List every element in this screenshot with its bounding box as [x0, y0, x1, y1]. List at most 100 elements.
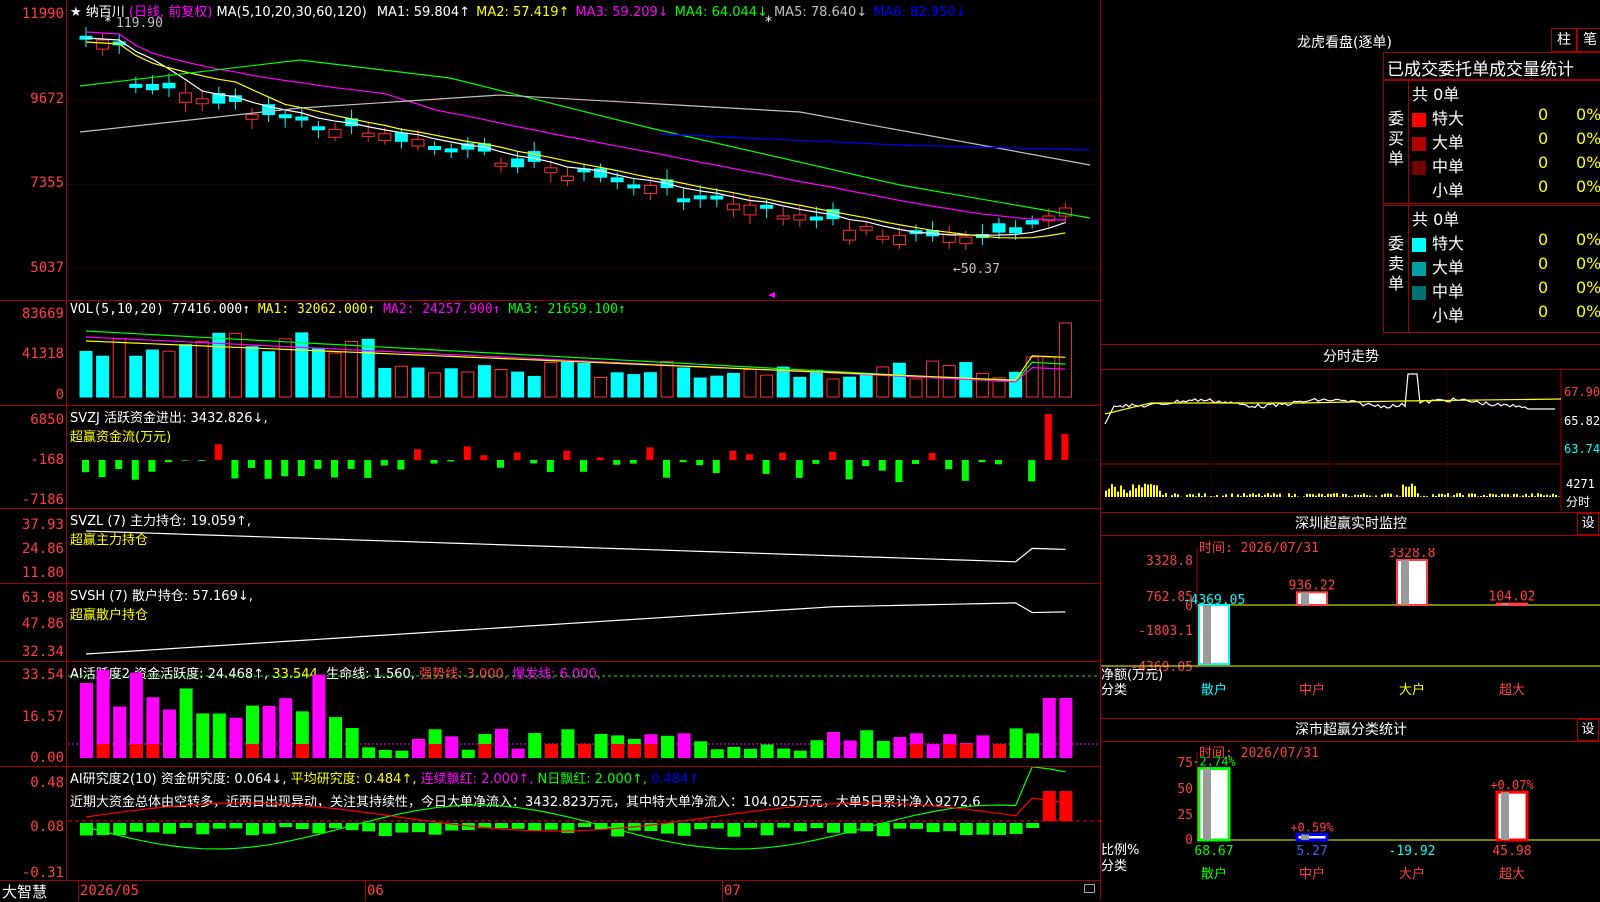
monitor-chart[interactable]: 3328.8762.850-1803.1-4369.05-4369.05936.…	[1101, 548, 1600, 716]
ytick: 50	[1177, 782, 1193, 797]
category-label: 大户	[1399, 866, 1425, 882]
volume-bar	[794, 377, 806, 397]
intraday-vol-bar	[1381, 495, 1383, 497]
activity-bar	[445, 736, 458, 758]
volume-bar	[429, 373, 441, 397]
intraday-vol-bar	[1504, 494, 1506, 497]
research-bar	[246, 823, 259, 835]
intraday-vol-bar	[1129, 490, 1131, 497]
price-line	[1105, 374, 1555, 424]
activity-base	[910, 744, 923, 758]
date-tick: 07	[724, 883, 741, 899]
intraday-vol-bar	[1273, 493, 1275, 497]
volume-chart[interactable]	[0, 301, 1101, 406]
volume-bar	[495, 370, 507, 397]
research-bar	[1059, 791, 1072, 821]
kline-panel[interactable]: ★ 纳百川 (日线, 前复权) MA(5,10,20,30,60,120) MA…	[0, 0, 1101, 301]
intraday-chart[interactable]: 67.90 65.82 63.74 4271 分时	[1101, 369, 1600, 510]
volume-bar	[1059, 323, 1071, 397]
intraday-vol-bar	[1291, 496, 1293, 497]
intraday-vol-bar	[1303, 496, 1305, 497]
intraday-vol-bar	[1513, 494, 1515, 497]
activity-base	[578, 744, 591, 758]
flow-bar	[1045, 414, 1052, 460]
value-label: 45.98	[1492, 844, 1531, 859]
order-type: 小单	[1432, 181, 1464, 200]
intraday-vol-bar	[1141, 487, 1143, 497]
research-bar	[976, 823, 989, 835]
flow-bar	[729, 451, 736, 460]
svsh-panel[interactable]: SVSH (7) 散户持仓: 57.169↓, 超赢散户持仓 63.98 47.…	[0, 583, 1101, 662]
intraday-svg[interactable]	[1101, 369, 1600, 510]
order-row: 中单00%	[1412, 153, 1600, 175]
order-pct: 0%	[1576, 254, 1600, 273]
intraday-vol-bar	[1123, 490, 1125, 497]
candle	[196, 99, 208, 104]
research-bar	[893, 823, 906, 829]
flow-bar	[696, 460, 703, 465]
classify-settings-button[interactable]: 设	[1577, 719, 1599, 741]
tick-view-button[interactable]: 笔	[1577, 28, 1600, 52]
volume-panel[interactable]: VOL(5,10,20) 77416.000↑ MA1: 32062.000↑ …	[0, 300, 1101, 406]
research-bar	[877, 823, 890, 836]
volume-bar	[229, 333, 241, 397]
activity-bar	[1043, 698, 1056, 758]
candle	[379, 134, 391, 141]
research-bar	[910, 823, 923, 829]
intraday-vol-bar	[1435, 496, 1437, 497]
intraday-vol-bar	[1459, 493, 1461, 497]
intraday-vol-bar	[1330, 494, 1332, 497]
monitor-settings-button[interactable]: 设	[1577, 513, 1599, 535]
research-bar	[810, 823, 823, 828]
svzl-panel[interactable]: SVZL (7) 主力持仓: 19.059↑, 超赢主力持仓 37.93 24.…	[0, 508, 1101, 584]
activity-chart[interactable]	[0, 662, 1101, 767]
order-count: 0	[1538, 153, 1548, 172]
lock-icon[interactable]	[1084, 884, 1095, 893]
intraday-vol-bar	[1537, 493, 1539, 497]
activity-bar	[412, 739, 425, 758]
flow-bar	[929, 453, 936, 460]
fund-flow-chart[interactable]	[0, 406, 1101, 509]
main-holding-chart[interactable]	[0, 509, 1101, 584]
intraday-vol-bar	[1477, 496, 1479, 497]
intraday-vol-bar	[1468, 494, 1470, 497]
intraday-vol-bar	[1369, 496, 1371, 497]
classify-header: 深市超赢分类统计 设	[1101, 718, 1600, 742]
activity-bar	[180, 688, 193, 758]
candle	[611, 178, 623, 182]
ytick: 75	[1177, 756, 1193, 771]
buy-orders-box: 委买单 共 0单 特大00%大单00%中单00%小单00%	[1383, 80, 1600, 204]
classify-chart[interactable]: 7550250-2.74%68.67+0.59%5.27-19.92+0.07%…	[1101, 752, 1600, 900]
candlestick-chart[interactable]: * 119.90 ←50.37 *	[0, 0, 1101, 301]
ai-active-panel[interactable]: AI活跃度2 资金活跃度: 24.468↑, 33.544, 生命线: 1.56…	[0, 661, 1101, 767]
candle	[412, 139, 424, 146]
color-swatch	[1412, 137, 1426, 151]
research-bar	[296, 823, 309, 829]
order-stats-tab[interactable]: 已成交委托单成交量统计	[1383, 52, 1600, 80]
candle	[512, 159, 524, 167]
ai-research-panel[interactable]: AI研究度2(10) 资金研究度: 0.064↓, 平均研究度: 0.484↑,…	[0, 766, 1101, 881]
candle	[561, 176, 573, 180]
intraday-vol-bar	[1138, 485, 1140, 497]
intraday-price-high: 67.90	[1564, 385, 1600, 399]
research-chart[interactable]	[0, 767, 1101, 881]
volume-bar	[827, 379, 839, 397]
intraday-vol-bar	[1525, 494, 1527, 497]
volume-bar	[395, 366, 407, 397]
flow-bar	[281, 460, 288, 476]
research-bar	[412, 823, 425, 832]
column-view-button[interactable]: 柱	[1551, 28, 1577, 52]
candle	[727, 204, 739, 210]
volume-bar	[279, 339, 291, 397]
star-marker: *	[765, 14, 772, 30]
svzj-panel[interactable]: SVZJ 活跃资金进出: 3432.826↓, 超赢资金流(万元) 6850 -…	[0, 405, 1101, 509]
brand-logo: 大智慧	[2, 881, 47, 902]
intraday-vol-bar	[1240, 496, 1242, 497]
flow-bar	[563, 451, 570, 460]
retail-holding-chart[interactable]	[0, 584, 1101, 662]
flow-bar	[663, 460, 670, 478]
intraday-vol-bar	[1318, 493, 1320, 497]
bar-value: -4369.05	[1183, 593, 1246, 608]
research-bar	[777, 823, 790, 828]
flow-bar	[165, 460, 172, 462]
